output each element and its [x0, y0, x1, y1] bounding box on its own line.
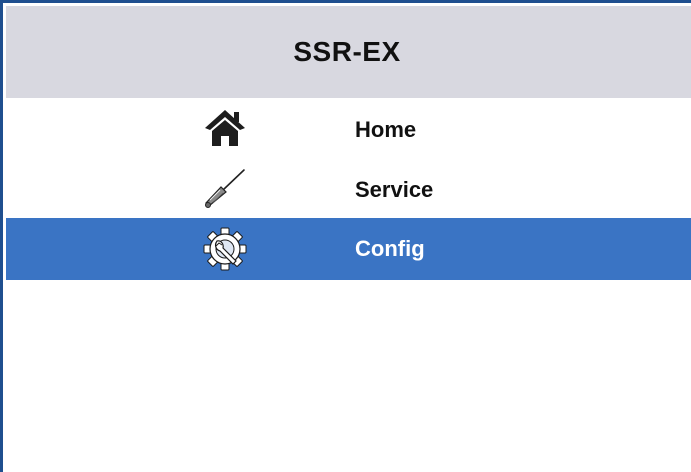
- menu-item-config[interactable]: Config: [6, 218, 691, 280]
- home-icon: [205, 110, 245, 146]
- menu-item-label: Home: [355, 117, 417, 142]
- main-menu: Home Service Config: [6, 98, 691, 280]
- menu-item-service[interactable]: Service: [6, 158, 691, 218]
- menu-item-home[interactable]: Home: [6, 98, 691, 158]
- title-bar: SSR-EX: [6, 6, 691, 98]
- page-title: SSR-EX: [293, 36, 401, 67]
- screwdriver-icon: [205, 169, 245, 208]
- app-frame: SSR-EX Home Service Config: [0, 0, 691, 472]
- gear-wrench-icon: [203, 227, 247, 271]
- menu-item-label: Config: [355, 236, 425, 261]
- menu-item-label: Service: [355, 177, 434, 202]
